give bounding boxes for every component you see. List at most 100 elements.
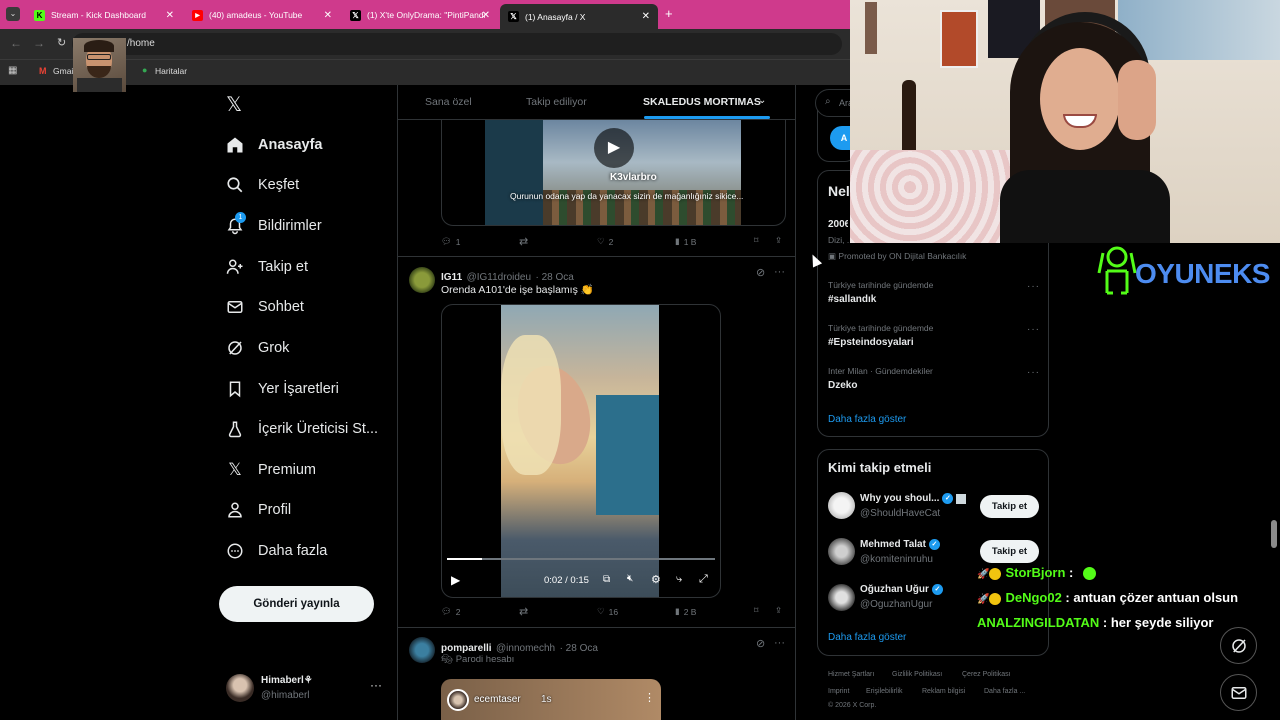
- promo-title[interactable]: 2006: [828, 219, 848, 230]
- repost-button[interactable]: ⇄: [519, 235, 528, 248]
- grok-icon[interactable]: ⊘: [756, 266, 765, 279]
- account-switcher[interactable]: Himaberl⚘ @himaberl ···: [224, 670, 386, 708]
- mute-icon[interactable]: 🔇︎: [627, 573, 633, 584]
- avatar[interactable]: [409, 267, 435, 293]
- nav-premium[interactable]: 𝕏 Premium: [226, 455, 316, 485]
- play-icon[interactable]: ▶: [451, 573, 460, 587]
- tab-menu-button[interactable]: ⌄: [6, 7, 20, 21]
- author-name[interactable]: pomparelli: [441, 643, 492, 654]
- like-button[interactable]: ♡ 16: [597, 606, 618, 617]
- author-name[interactable]: IG11: [441, 272, 462, 283]
- back-icon[interactable]: ←: [10, 36, 22, 50]
- nav-follow[interactable]: Takip et: [226, 252, 308, 282]
- views-button[interactable]: ▮ 2 B: [675, 606, 696, 617]
- follow-button[interactable]: Takip et: [980, 540, 1039, 563]
- more-icon[interactable]: ⋮: [644, 691, 655, 704]
- footer-link[interactable]: Gizlilik Politikası: [892, 671, 942, 678]
- quoted-video-card[interactable]: ▶ K3vlarbro Qurunun odana yap da yanacax…: [441, 120, 786, 226]
- browser-tab-youtube[interactable]: ▶ (40) amadeus - YouTube ✕: [184, 4, 340, 26]
- bookmark-gmail[interactable]: Gmail: [53, 66, 75, 76]
- chevron-down-icon[interactable]: ⌄: [758, 95, 766, 106]
- captions-icon[interactable]: ⧉: [603, 574, 610, 585]
- new-tab-icon[interactable]: +: [665, 6, 673, 21]
- views-button[interactable]: ▮ 1 B: [675, 236, 696, 247]
- footer-link[interactable]: Reklam bilgisi: [922, 688, 965, 695]
- settings-icon[interactable]: ⚙: [651, 573, 661, 586]
- url-field[interactable]: [72, 33, 842, 55]
- follow-button[interactable]: Takip et: [980, 495, 1039, 518]
- reply-button[interactable]: 💬︎ 2: [441, 606, 461, 617]
- reload-icon[interactable]: ↻: [57, 36, 66, 49]
- x-logo-icon[interactable]: 𝕏: [226, 92, 242, 117]
- nav-creator-studio[interactable]: İçerik Üreticisi St...: [226, 414, 378, 444]
- fullscreen-icon[interactable]: ⤢: [699, 573, 708, 586]
- avatar[interactable]: [409, 637, 435, 663]
- embedded-media[interactable]: ecemtaser 1s ⋮: [441, 679, 661, 720]
- wtf-name[interactable]: Why you shoul... ✓: [860, 493, 967, 504]
- messages-fab[interactable]: [1220, 674, 1257, 711]
- grok-fab[interactable]: [1220, 627, 1257, 664]
- tab-list[interactable]: SKALEDUS MORTIMAS: [643, 96, 761, 108]
- nav-home[interactable]: Anasayfa: [226, 130, 322, 160]
- forward-icon[interactable]: →: [33, 36, 45, 50]
- play-icon[interactable]: ▶: [594, 128, 634, 168]
- share-icon[interactable]: ⇪: [775, 235, 782, 246]
- avatar[interactable]: [828, 492, 855, 519]
- footer-link[interactable]: Imprint: [828, 688, 849, 695]
- trend-title[interactable]: #sallandık: [828, 294, 876, 305]
- avatar[interactable]: [828, 584, 855, 611]
- repost-button[interactable]: ⇄: [519, 605, 528, 618]
- more-icon[interactable]: ···: [370, 678, 382, 692]
- avatar[interactable]: [828, 538, 855, 565]
- bookmark-maps[interactable]: Haritalar: [155, 66, 187, 76]
- footer-link[interactable]: Hizmet Şartları: [828, 671, 874, 678]
- grok-icon[interactable]: ⊘: [756, 637, 765, 650]
- footer-link[interactable]: Daha fazla ...: [984, 688, 1025, 695]
- video-progress-track[interactable]: [447, 558, 715, 560]
- timestamp[interactable]: · 28 Oca: [560, 643, 598, 654]
- footer-link[interactable]: Çerez Politikası: [962, 671, 1011, 678]
- author-handle[interactable]: @IG11droideu: [467, 272, 531, 283]
- tab-following[interactable]: Takip ediliyor: [526, 96, 587, 108]
- like-button[interactable]: ♡ 2: [597, 236, 613, 247]
- show-more-follow[interactable]: Daha fazla göster: [828, 632, 906, 643]
- more-icon[interactable]: ···: [1027, 324, 1040, 335]
- share-icon[interactable]: ⇪: [775, 605, 782, 616]
- reply-button[interactable]: 💬︎ 1: [441, 236, 461, 247]
- nav-bookmarks[interactable]: Yer İşaretleri: [226, 374, 339, 404]
- tab-for-you[interactable]: Sana özel: [425, 96, 472, 108]
- more-icon[interactable]: ···: [774, 266, 785, 278]
- footer-link[interactable]: Erişilebilirlik: [866, 688, 903, 695]
- pip-icon[interactable]: ⤷: [676, 573, 682, 586]
- browser-tab-kick[interactable]: K Stream - Kick Dashboard ✕: [26, 4, 182, 26]
- show-more-trends[interactable]: Daha fazla göster: [828, 414, 906, 425]
- bookmark-icon[interactable]: ⌑: [754, 605, 758, 616]
- nav-notifications[interactable]: 1 Bildirimler: [226, 211, 322, 241]
- nav-more[interactable]: Daha fazla: [226, 536, 327, 566]
- nav-chat[interactable]: Sohbet: [226, 292, 304, 322]
- close-icon[interactable]: ✕: [642, 11, 650, 22]
- bookmark-icon[interactable]: ⌑: [754, 235, 758, 246]
- trend-title[interactable]: #Epsteindosyalari: [828, 337, 914, 348]
- close-icon[interactable]: ✕: [166, 10, 174, 21]
- timestamp[interactable]: · 28 Oca: [536, 272, 574, 283]
- wtf-name[interactable]: Mehmed Talat ✓: [860, 539, 940, 550]
- post-button[interactable]: Gönderi yayınla: [219, 586, 374, 622]
- more-icon[interactable]: ···: [1027, 367, 1040, 378]
- close-icon[interactable]: ✕: [324, 10, 332, 21]
- trend-title[interactable]: Dzeko: [828, 380, 857, 391]
- reply-count: 2: [455, 606, 461, 617]
- author-handle[interactable]: @innomechh: [496, 643, 555, 654]
- more-icon[interactable]: ···: [774, 637, 785, 649]
- nav-profile[interactable]: Profil: [226, 495, 291, 525]
- nav-grok[interactable]: Grok: [226, 333, 289, 363]
- wtf-name[interactable]: Oğuzhan Uğur ✓: [860, 584, 943, 595]
- more-icon[interactable]: ···: [1027, 281, 1040, 292]
- close-icon[interactable]: ✕: [482, 10, 490, 21]
- apps-icon[interactable]: ▦: [8, 65, 17, 76]
- nav-explore[interactable]: Keşfet: [226, 170, 299, 200]
- browser-tab-x-onlydrama[interactable]: 𝕏 (1) X'te OnlyDrama: "PintiPanda ✕: [342, 4, 498, 26]
- scrollbar-thumb[interactable]: [1271, 520, 1277, 548]
- browser-tab-x-home[interactable]: 𝕏 (1) Anasayfa / X ✕: [500, 4, 658, 29]
- video-player[interactable]: ▶ 0:02 / 0:15 ⧉ 🔇︎ ⚙ ⤷ ⤢: [441, 304, 721, 598]
